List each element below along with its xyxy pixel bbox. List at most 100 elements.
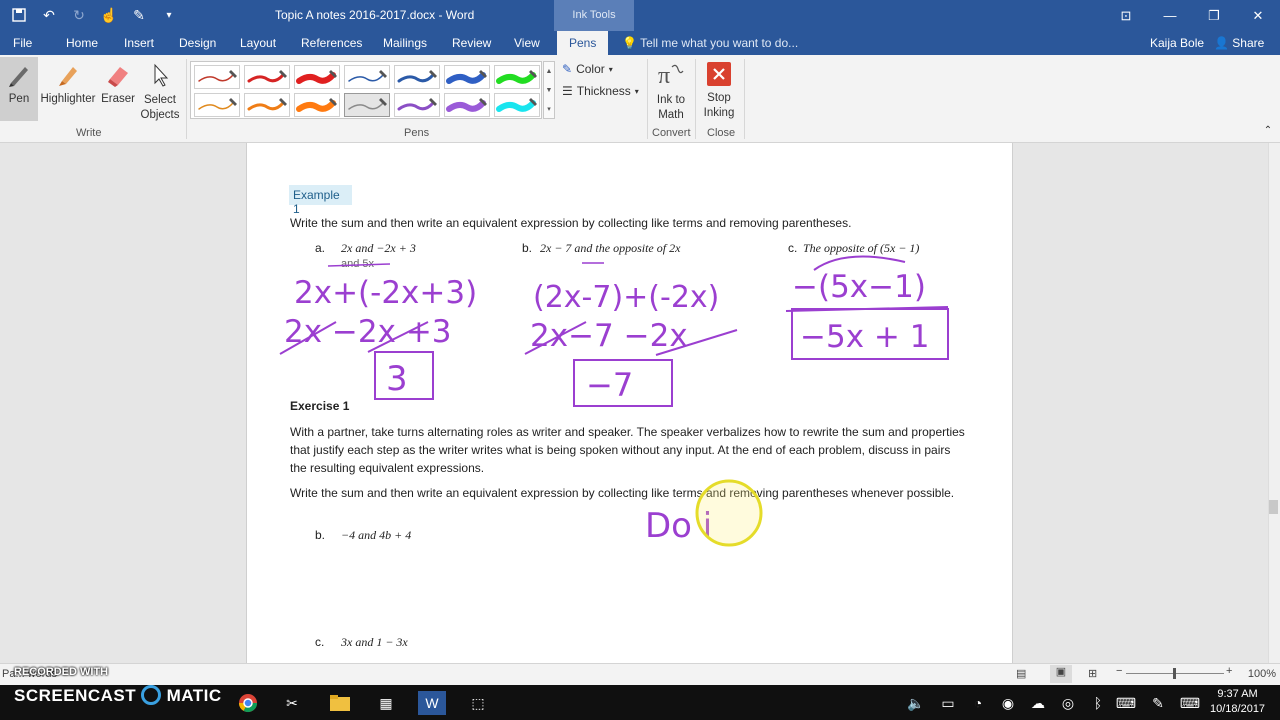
pen-stroke-icon: [296, 70, 337, 84]
pen-swatch[interactable]: [494, 93, 540, 117]
touch-mode-icon[interactable]: ☝: [98, 4, 120, 26]
windows-taskbar: SCREENCAST MATIC ✂ ▦ W ⬚ 🔈 ▭ ◔ ◉ ☁ ◎ ᛒ ⌨…: [0, 685, 1280, 720]
ink-to-math-button[interactable]: π Ink to Math: [650, 61, 692, 123]
sync-icon[interactable]: ◉: [996, 691, 1020, 715]
zoom-slider-thumb[interactable]: [1173, 668, 1176, 679]
screen-region-icon[interactable]: ⬚: [466, 691, 490, 715]
close-button[interactable]: ✕: [1236, 0, 1280, 31]
cursor-arrow-icon: [154, 63, 169, 87]
tab-home[interactable]: Home: [66, 36, 98, 50]
item-a-expression: 2x and −2x + 3: [341, 241, 416, 255]
pens-gallery: [190, 61, 542, 119]
tab-view[interactable]: View: [514, 36, 540, 50]
pen-swatch[interactable]: [194, 93, 240, 117]
exercise-instruction: Write the sum and then write an equivale…: [290, 486, 955, 500]
close-group-label: Close: [707, 127, 736, 139]
tab-file[interactable]: File: [13, 36, 32, 50]
print-layout-icon[interactable]: ▣: [1050, 665, 1072, 683]
pen-button[interactable]: Pen: [2, 61, 36, 105]
file-explorer-icon[interactable]: [328, 691, 352, 715]
pen-stroke-icon: [247, 98, 287, 111]
zoom-in-icon[interactable]: +: [1226, 665, 1232, 677]
pen-swatch[interactable]: [294, 93, 340, 117]
select-objects-button[interactable]: Select Objects: [138, 61, 182, 123]
system-clock[interactable]: 9:37 AM 10/18/2017: [1210, 687, 1265, 717]
stop-inking-button[interactable]: Stop Inking: [699, 61, 739, 121]
pen-swatch[interactable]: [294, 65, 340, 89]
wifi-icon[interactable]: ◔: [966, 691, 990, 715]
network-status-icon[interactable]: ◎: [1056, 691, 1080, 715]
scrollbar-thumb[interactable]: [1269, 500, 1278, 514]
speaker-icon[interactable]: 🔈: [904, 691, 928, 715]
pen-swatch[interactable]: [194, 65, 240, 89]
pen-color-dropdown[interactable]: ✎ Color ▾: [562, 62, 613, 76]
minimize-button[interactable]: —: [1148, 0, 1192, 31]
word-taskbar-icon[interactable]: W: [418, 691, 446, 715]
item-b-expression: 2x − 7 and the opposite of 2x: [540, 241, 681, 255]
snipping-tool-icon[interactable]: ✂: [280, 691, 304, 715]
pen-stroke-icon: [397, 70, 437, 83]
pen-thickness-dropdown[interactable]: ☰ Thickness ▾: [562, 84, 639, 98]
pen-swatch[interactable]: [244, 93, 290, 117]
bluetooth-icon[interactable]: ᛒ: [1086, 691, 1110, 715]
keyboard-icon[interactable]: ⌨: [1178, 691, 1202, 715]
pen-swatch[interactable]: [344, 93, 390, 117]
screencast-logo-icon: [141, 685, 162, 705]
chrome-icon[interactable]: [236, 691, 260, 715]
redo-icon[interactable]: ↻: [68, 4, 90, 26]
battery-icon[interactable]: ▭: [936, 691, 960, 715]
read-mode-icon[interactable]: ▤: [1016, 667, 1026, 680]
tab-references[interactable]: References: [301, 36, 362, 50]
tab-pens[interactable]: Pens: [557, 31, 609, 55]
pens-gallery-scroll[interactable]: ▲ ▼ ▾: [543, 61, 555, 119]
item-b-letter: b.: [522, 241, 533, 255]
restore-button[interactable]: ❐: [1192, 0, 1236, 31]
undo-icon[interactable]: ↶: [38, 4, 60, 26]
pen-swatch[interactable]: [444, 65, 490, 89]
item-c-expression: The opposite of (5x − 1): [803, 241, 920, 255]
pen-swatch[interactable]: [444, 93, 490, 117]
onedrive-icon[interactable]: ☁: [1026, 691, 1050, 715]
pen-stroke-icon: [446, 98, 487, 112]
thickness-lines-icon: ☰: [562, 84, 573, 98]
web-layout-icon[interactable]: ⊞: [1088, 667, 1097, 680]
color-pen-icon: ✎: [562, 62, 573, 76]
pen-swatch[interactable]: [394, 65, 440, 89]
customize-qat-icon[interactable]: ▾: [158, 4, 180, 26]
recorded-with-watermark: RECORDED WITH: [14, 666, 109, 678]
highlighter-button[interactable]: Highlighter: [38, 61, 98, 105]
document-title: Topic A notes 2016-2017.docx - Word: [275, 8, 475, 22]
item-c-letter: c.: [788, 241, 798, 255]
svg-text:π: π: [658, 63, 670, 89]
write-group-label: Write: [76, 127, 102, 139]
tab-design[interactable]: Design: [179, 36, 216, 50]
zoom-out-icon[interactable]: −: [1116, 665, 1122, 677]
notification-icon[interactable]: ⌨: [1114, 691, 1138, 715]
tab-review[interactable]: Review: [452, 36, 491, 50]
pen-swatch[interactable]: [494, 65, 540, 89]
calculator-icon[interactable]: ▦: [374, 691, 398, 715]
title-bar: ↶ ↻ ☝ ✎ ▾ Topic A notes 2016-2017.docx -…: [0, 0, 1280, 31]
ribbon-display-options-button[interactable]: ⊡: [1104, 0, 1148, 31]
stop-x-icon: [707, 62, 731, 86]
zoom-level[interactable]: 100%: [1248, 668, 1276, 680]
share-button[interactable]: 👤 Share: [1214, 36, 1264, 50]
pen-swatch[interactable]: [244, 65, 290, 89]
pen-stroke-icon: [198, 70, 237, 82]
tab-mailings[interactable]: Mailings: [383, 36, 427, 50]
pen-swatch[interactable]: [344, 65, 390, 89]
screencast-watermark: SCREENCAST MATIC: [14, 685, 222, 705]
ink-pen-icon[interactable]: ✎: [128, 4, 150, 26]
item-a-note: and 5x: [341, 258, 375, 270]
quick-access-toolbar: ↶ ↻ ☝ ✎ ▾: [8, 4, 180, 26]
vertical-scrollbar[interactable]: [1268, 143, 1280, 663]
tell-me-search[interactable]: 💡 Tell me what you want to do...: [622, 36, 798, 50]
eraser-button[interactable]: Eraser: [100, 61, 136, 105]
tab-insert[interactable]: Insert: [124, 36, 154, 50]
tab-layout[interactable]: Layout: [240, 36, 276, 50]
save-icon[interactable]: [8, 4, 30, 26]
pen-swatch[interactable]: [394, 93, 440, 117]
user-name[interactable]: Kaija Bole: [1150, 36, 1204, 50]
collapse-ribbon-icon[interactable]: ⌃: [1262, 125, 1274, 136]
pen-input-icon[interactable]: ✎: [1146, 691, 1170, 715]
